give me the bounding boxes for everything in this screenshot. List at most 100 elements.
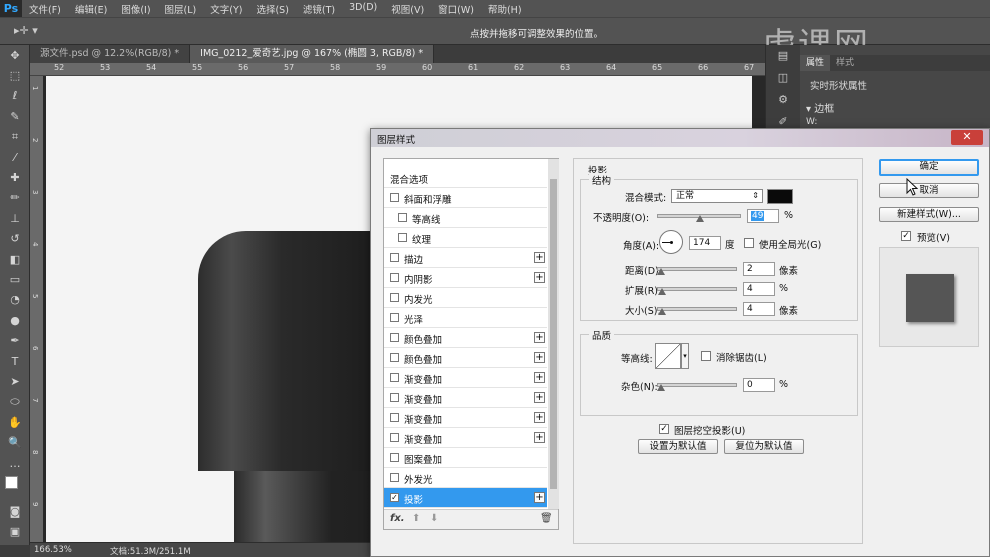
style-checkbox[interactable]: [390, 473, 399, 482]
spread-slider[interactable]: [657, 287, 737, 295]
lasso-tool-icon[interactable]: ℓ: [0, 86, 30, 106]
style-row[interactable]: ✓ 投影 +: [384, 488, 547, 508]
foreground-color-swatch[interactable]: [5, 476, 18, 490]
style-row[interactable]: 渐变叠加 +: [384, 428, 547, 448]
properties-panel-icon[interactable]: ◫: [766, 67, 800, 89]
tab-img-0212[interactable]: IMG_0212_爱奇艺.jpg @ 167% (椭圆 3, RGB/8) *: [190, 45, 435, 63]
move-up-icon[interactable]: ⬆: [412, 513, 420, 524]
preview-checkbox[interactable]: ✓: [901, 231, 911, 241]
pen-tool-icon[interactable]: ✒: [0, 330, 30, 350]
style-checkbox[interactable]: [390, 393, 399, 402]
add-effect-icon[interactable]: +: [534, 332, 545, 343]
dodge-tool-icon[interactable]: ●: [0, 310, 30, 330]
opacity-slider[interactable]: [657, 214, 741, 222]
style-row[interactable]: 外发光: [384, 468, 547, 488]
more-tools-icon[interactable]: …: [0, 453, 30, 473]
style-row[interactable]: 颜色叠加 +: [384, 348, 547, 368]
history-panel-icon[interactable]: ▤: [766, 45, 800, 67]
adjustments-panel-icon[interactable]: ⚙: [766, 89, 800, 111]
fx-icon[interactable]: fx.: [390, 513, 405, 524]
zoom-level[interactable]: 166.53%: [34, 545, 72, 555]
style-checkbox[interactable]: [390, 353, 399, 362]
menu-item[interactable]: 3D(D): [342, 2, 384, 16]
size-slider-thumb[interactable]: [658, 308, 666, 315]
style-row[interactable]: 内发光: [384, 288, 547, 308]
zoom-tool-icon[interactable]: 🔍: [0, 432, 30, 452]
add-effect-icon[interactable]: +: [534, 432, 545, 443]
style-checkbox[interactable]: [390, 433, 399, 442]
style-row[interactable]: 混合选项: [384, 168, 547, 188]
styles-list-scrollbar[interactable]: [548, 159, 559, 509]
ok-button[interactable]: 确定: [879, 159, 979, 176]
style-row[interactable]: 颜色叠加 +: [384, 328, 547, 348]
cancel-button[interactable]: 取消: [879, 183, 979, 198]
contour-dropdown[interactable]: ▾: [681, 343, 689, 369]
add-effect-icon[interactable]: +: [534, 372, 545, 383]
style-checkbox[interactable]: [390, 413, 399, 422]
blend-mode-select[interactable]: 正常 ⇕: [671, 189, 763, 203]
path-select-tool-icon[interactable]: ➤: [0, 371, 30, 391]
noise-slider-thumb[interactable]: [657, 384, 665, 391]
set-default-button[interactable]: 设置为默认值: [638, 439, 718, 454]
menu-item[interactable]: 选择(S): [249, 2, 295, 16]
crop-tool-icon[interactable]: ⌗: [0, 127, 30, 147]
menu-item[interactable]: 窗口(W): [431, 2, 481, 16]
style-checkbox[interactable]: [390, 313, 399, 322]
tab-styles[interactable]: 样式: [830, 55, 860, 71]
quick-mask-icon[interactable]: ◙: [0, 501, 30, 521]
screen-mode-icon[interactable]: ▣: [0, 522, 30, 542]
eraser-tool-icon[interactable]: ◧: [0, 249, 30, 269]
spread-slider-thumb[interactable]: [658, 288, 666, 295]
style-checkbox[interactable]: [390, 373, 399, 382]
menu-item[interactable]: 图层(L): [158, 2, 204, 16]
antialias-checkbox[interactable]: [701, 351, 711, 361]
style-checkbox[interactable]: [390, 273, 399, 282]
marquee-tool-icon[interactable]: ⬚: [0, 65, 30, 85]
brush-tool-icon[interactable]: ✏: [0, 188, 30, 208]
menu-item[interactable]: 编辑(E): [68, 2, 114, 16]
tab-properties[interactable]: 属性: [800, 55, 831, 71]
style-checkbox[interactable]: [398, 213, 407, 222]
style-row[interactable]: 光泽: [384, 308, 547, 328]
style-checkbox[interactable]: [390, 453, 399, 462]
contour-thumbnail[interactable]: [655, 343, 681, 369]
menu-item[interactable]: 图像(I): [114, 2, 157, 16]
color-swatches[interactable]: [0, 473, 30, 501]
style-checkbox[interactable]: [390, 293, 399, 302]
menu-item[interactable]: 帮助(H): [481, 2, 529, 16]
opacity-slider-thumb[interactable]: [696, 215, 704, 222]
global-light-checkbox[interactable]: [744, 238, 754, 248]
move-down-icon[interactable]: ⬇: [430, 513, 438, 524]
menu-item[interactable]: 滤镜(T): [296, 2, 342, 16]
gradient-tool-icon[interactable]: ▭: [0, 269, 30, 289]
tab-source-psd[interactable]: 源文件.psd @ 12.2%(RGB/8) *: [30, 45, 191, 63]
style-row[interactable]: 图案叠加: [384, 448, 547, 468]
menu-item[interactable]: 视图(V): [384, 2, 431, 16]
shadow-color-swatch[interactable]: [767, 189, 793, 204]
add-effect-icon[interactable]: +: [534, 352, 545, 363]
style-row[interactable]: 渐变叠加 +: [384, 388, 547, 408]
style-checkbox[interactable]: [390, 193, 399, 202]
angle-input[interactable]: 174: [689, 236, 721, 250]
horizontal-ruler[interactable]: 52 53 54 55 56 57 58 59 60 61 62 63 64 65 66 67: [30, 63, 765, 76]
add-effect-icon[interactable]: +: [534, 412, 545, 423]
menu-item[interactable]: 文件(F): [22, 2, 68, 16]
section-border[interactable]: ▾ 边框: [806, 100, 834, 115]
add-effect-icon[interactable]: +: [534, 492, 545, 503]
style-row[interactable]: 等高线: [384, 208, 547, 228]
hand-tool-icon[interactable]: ✋: [0, 412, 30, 432]
history-brush-icon[interactable]: ↺: [0, 229, 30, 249]
style-row[interactable]: 描边 +: [384, 248, 547, 268]
type-tool-icon[interactable]: T: [0, 351, 30, 371]
style-row[interactable]: 内阴影 +: [384, 268, 547, 288]
healing-brush-icon[interactable]: ✚: [0, 167, 30, 187]
angle-dial[interactable]: [659, 230, 683, 254]
add-effect-icon[interactable]: +: [534, 252, 545, 263]
style-row[interactable]: 渐变叠加 +: [384, 408, 547, 428]
reset-default-button[interactable]: 复位为默认值: [724, 439, 804, 454]
blur-tool-icon[interactable]: ◔: [0, 290, 30, 310]
menu-item[interactable]: 文字(Y): [203, 2, 249, 16]
noise-slider[interactable]: [657, 383, 737, 391]
scrollbar-thumb[interactable]: [550, 179, 557, 489]
style-row[interactable]: 渐变叠加 +: [384, 368, 547, 388]
